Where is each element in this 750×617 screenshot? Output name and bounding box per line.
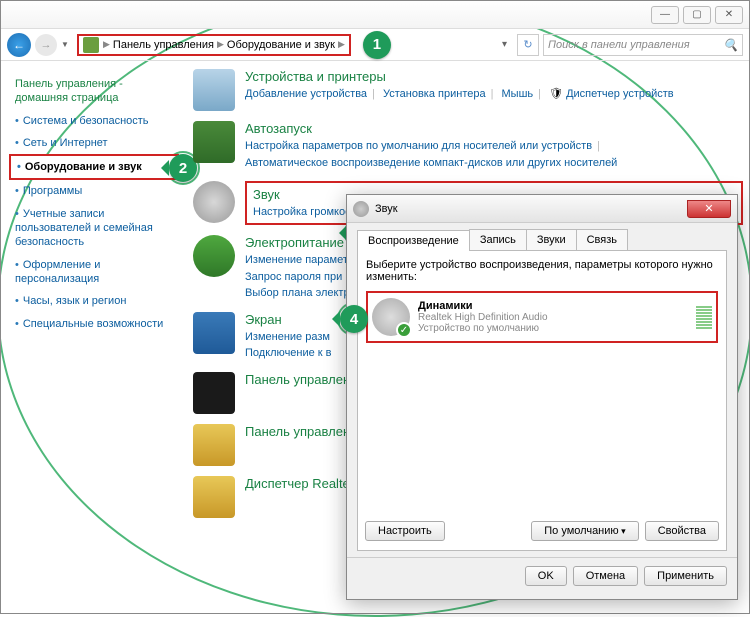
window-titlebar: — ▢ ✕	[1, 1, 749, 29]
sidebar-item-clock[interactable]: Часы, язык и регион	[9, 290, 179, 312]
sidebar-item-programs[interactable]: Программы	[9, 180, 179, 202]
level-meter-icon	[696, 306, 712, 329]
properties-button[interactable]: Свойства	[645, 521, 719, 541]
dialog-tabs: Воспроизведение Запись Звуки Связь	[357, 229, 727, 251]
device-driver: Realtek High Definition Audio	[418, 312, 548, 323]
sidebar-item-accessibility[interactable]: Специальные возможности	[9, 313, 179, 335]
chevron-right-icon: ▶	[103, 39, 110, 50]
category-title[interactable]: Диспетчер Realtek	[245, 476, 356, 491]
tab-sounds[interactable]: Звуки	[526, 229, 577, 250]
link-power-plan[interactable]: Выбор плана электроп	[245, 287, 362, 299]
forward-button: →	[35, 34, 57, 56]
chevron-right-icon: ▶	[217, 39, 224, 50]
dropdown-icon[interactable]: ▾	[502, 39, 507, 50]
close-button[interactable]: ✕	[715, 6, 743, 24]
link-connect-ext[interactable]: Подключение к в	[245, 347, 332, 359]
category-devices: Устройства и принтеры Добавление устройс…	[193, 69, 743, 111]
category-title[interactable]: Автозапуск	[245, 121, 617, 136]
back-button[interactable]: ←	[7, 33, 31, 57]
dialog-footer: OK Отмена Применить	[347, 557, 737, 594]
sidebar-home[interactable]: Панель управления - домашняя страница	[9, 73, 179, 110]
printer-icon	[193, 69, 235, 111]
minimize-button[interactable]: —	[651, 6, 679, 24]
sidebar-item-system[interactable]: Система и безопасность	[9, 110, 179, 132]
annotation-marker-1: 1	[363, 31, 391, 59]
link-add-device[interactable]: Добавление устройства	[245, 88, 367, 100]
breadcrumb[interactable]: ▶ Панель управления ▶ Оборудование и зву…	[77, 34, 351, 56]
sidebar-item-network[interactable]: Сеть и Интернет	[9, 132, 179, 154]
link-install-printer[interactable]: Установка принтера	[383, 88, 486, 100]
device-status: Устройство по умолчанию	[418, 323, 548, 334]
autoplay-icon	[193, 121, 235, 163]
tab-panel: Выберите устройство воспроизведения, пар…	[357, 251, 727, 551]
cancel-button[interactable]: Отмена	[573, 566, 638, 586]
search-placeholder: Поиск в панели управления	[548, 39, 690, 51]
nvidia-icon	[193, 372, 235, 414]
realtek-icon	[193, 476, 235, 518]
sidebar-item-users[interactable]: Учетные записи пользователей и семейная …	[9, 203, 179, 254]
control-panel-icon	[83, 37, 99, 53]
dialog-close-button[interactable]: ✕	[687, 200, 731, 218]
link-power-params[interactable]: Изменение параметро	[245, 254, 360, 266]
sound-icon	[193, 181, 235, 223]
link-mouse[interactable]: Мышь	[502, 88, 534, 100]
sidebar-item-appearance[interactable]: Оформление и персонализация	[9, 254, 179, 291]
refresh-button[interactable]: ↻	[517, 34, 539, 56]
dialog-instruction: Выберите устройство воспроизведения, пар…	[366, 259, 718, 283]
tab-recording[interactable]: Запись	[469, 229, 527, 250]
category-title[interactable]: Экран	[245, 312, 332, 327]
maximize-button[interactable]: ▢	[683, 6, 711, 24]
panel-icon	[193, 424, 235, 466]
configure-button[interactable]: Настроить	[365, 521, 445, 541]
search-input[interactable]: Поиск в панели управления 🔍	[543, 34, 743, 56]
history-dropdown-icon[interactable]: ▼	[61, 40, 73, 49]
speaker-device-icon: ✓	[372, 298, 410, 336]
ok-button[interactable]: OK	[525, 566, 567, 586]
speaker-icon	[353, 201, 369, 217]
set-default-button[interactable]: По умолчанию	[531, 521, 638, 541]
search-icon[interactable]: 🔍	[723, 38, 738, 52]
display-icon	[193, 312, 235, 354]
link-display-size[interactable]: Изменение разм	[245, 331, 330, 343]
breadcrumb-home[interactable]: Панель управления	[110, 39, 217, 51]
link-device-manager[interactable]: Диспетчер устройств	[566, 88, 674, 100]
apply-button[interactable]: Применить	[644, 566, 727, 586]
annotation-marker-4: 4	[340, 305, 368, 333]
tab-communications[interactable]: Связь	[576, 229, 628, 250]
link-autoplay-defaults[interactable]: Настройка параметров по умолчанию для но…	[245, 140, 592, 152]
device-item-speakers[interactable]: 4 ✓ Динамики Realtek High Definition Aud…	[366, 291, 718, 343]
category-autoplay: Автозапуск Настройка параметров по умолч…	[193, 121, 743, 171]
dialog-title: Звук	[375, 203, 398, 215]
check-icon: ✓	[396, 322, 412, 338]
chevron-right-icon: ▶	[338, 39, 345, 50]
navigation-bar: ← → ▼ ▶ Панель управления ▶ Оборудование…	[1, 29, 749, 61]
tab-playback[interactable]: Воспроизведение	[357, 230, 470, 251]
sidebar: Панель управления - домашняя страница Си…	[1, 61, 187, 613]
category-title[interactable]: Устройства и принтеры	[245, 69, 674, 84]
sound-dialog: Звук ✕ Воспроизведение Запись Звуки Связ…	[346, 194, 738, 600]
device-name: Динамики	[418, 300, 548, 312]
link-autoplay-cd[interactable]: Автоматическое воспроизведение компакт-д…	[245, 157, 617, 169]
breadcrumb-sub[interactable]: Оборудование и звук	[224, 39, 338, 51]
power-icon	[193, 235, 235, 277]
dialog-titlebar[interactable]: Звук ✕	[347, 195, 737, 223]
